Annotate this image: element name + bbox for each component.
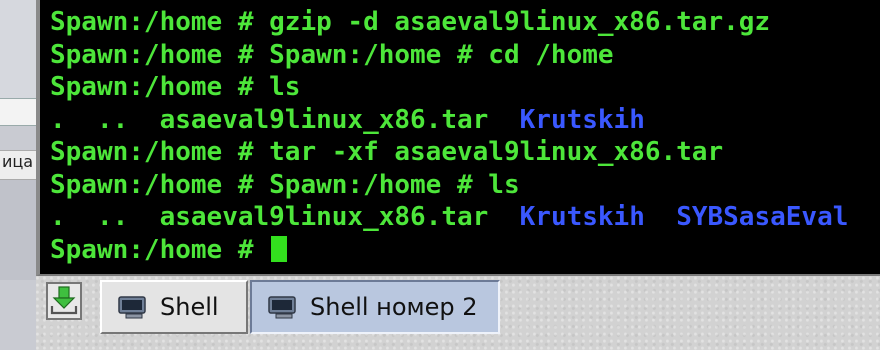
terminal-line: Spawn:/home # gzip -d asaeval9linux_x86.… <box>50 6 880 39</box>
listing-file: asaeval9linux_x86.tar <box>159 202 489 232</box>
taskbar-button-shell-2[interactable]: Shell номер 2 <box>250 280 500 334</box>
listing-file: asaeval9linux_x86.tar <box>159 104 489 135</box>
terminal-output[interactable]: Spawn:/home # gzip -d asaeval9linux_x86.… <box>50 6 880 266</box>
listing-directory: SYBSasaEval <box>676 202 849 232</box>
listing-entry: . <box>50 202 66 232</box>
shell-prompt: Spawn:/home # <box>50 39 254 70</box>
shell-prompt: Spawn:/home # <box>50 137 254 167</box>
command-text: tar -xf asaeval9linux_x86.tar <box>253 137 724 167</box>
background-window: ица <box>0 0 36 350</box>
shell-prompt: Spawn:/home # <box>50 169 254 200</box>
command-text: gzip -d asaeval9linux_x86.tar.gz <box>253 7 771 37</box>
listing-entry: .. <box>96 104 129 135</box>
terminal-line: Spawn:/home # Spawn:/home # cd /home <box>50 39 880 72</box>
listing-entry: .. <box>96 202 129 232</box>
shell-prompt: Spawn:/home # <box>50 7 254 37</box>
directory-listing: . .. asaeval9linux_x86.tar Krutskih <box>50 104 880 137</box>
listing-entry: . <box>50 104 66 135</box>
command-text: ls <box>253 72 301 102</box>
taskbar: Shell Shell номер 2 <box>36 276 880 350</box>
download-tray-icon[interactable] <box>46 282 82 320</box>
terminal-monitor-icon <box>268 296 296 319</box>
terminal-line: Spawn:/home # Spawn:/home # ls <box>50 169 880 202</box>
terminal-line: Spawn:/home # ls <box>50 71 880 104</box>
directory-listing: . .. asaeval9linux_x86.tar Krutskih SYBS… <box>50 201 880 234</box>
command-text: Spawn:/home # ls <box>253 169 520 200</box>
terminal-window[interactable]: Spawn:/home # gzip -d asaeval9linux_x86.… <box>36 0 880 276</box>
background-window-label: ица <box>2 152 34 171</box>
taskbar-button-shell[interactable]: Shell <box>100 280 248 334</box>
command-text: Spawn:/home # cd /home <box>253 39 614 70</box>
taskbar-button-label: Shell номер 2 <box>310 293 478 321</box>
taskbar-button-label: Shell <box>160 293 219 321</box>
command-text <box>254 235 270 265</box>
terminal-input-line[interactable]: Spawn:/home # <box>50 234 880 267</box>
text-cursor <box>271 235 288 262</box>
shell-prompt: Spawn:/home # <box>50 234 254 265</box>
terminal-monitor-icon <box>118 296 146 319</box>
listing-directory: Krutskih <box>519 104 645 135</box>
listing-directory: Krutskih <box>519 202 645 232</box>
terminal-line: Spawn:/home # tar -xf asaeval9linux_x86.… <box>50 136 880 169</box>
shell-prompt: Spawn:/home # <box>50 72 254 102</box>
